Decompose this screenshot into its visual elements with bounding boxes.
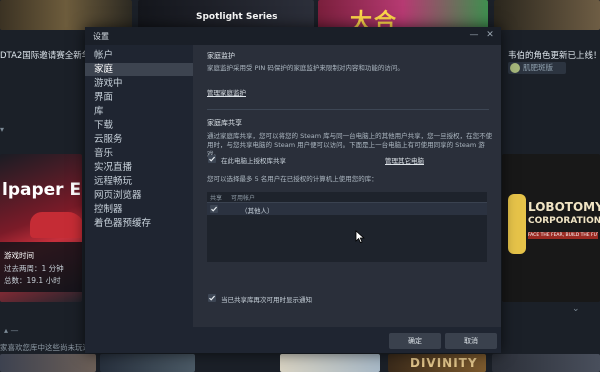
lobotomy-figure-image: [508, 194, 526, 254]
play-time-recent: 过去两周：1 分钟: [4, 264, 64, 273]
news-source-badge: 肌肥斑版: [508, 62, 566, 74]
authorize-sharing-label: 在此电脑上授权库共享: [221, 157, 286, 165]
news-title-right[interactable]: 韦伯的角色更新已上线！: [508, 49, 600, 61]
collapse-caret-icon-2[interactable]: ▴ —: [4, 326, 19, 335]
authorize-sharing-checkbox[interactable]: [208, 155, 216, 163]
manage-other-computers-link[interactable]: 管理其它电脑: [385, 155, 424, 165]
game-tile-bottom-1[interactable]: [0, 354, 96, 372]
news-title-left[interactable]: DTA2国际邀请赛全新华: [0, 49, 90, 61]
sidebar-item-remote-play[interactable]: 远程畅玩: [85, 175, 193, 188]
dialog-titlebar[interactable]: 设置 — ✕: [85, 27, 501, 45]
sidebar-item-controller[interactable]: 控制器: [85, 203, 193, 216]
sidebar-item-in-game[interactable]: 游戏中: [85, 77, 193, 90]
game-tile-bottom-5[interactable]: [492, 354, 600, 372]
family-monitor-description: 家庭监护采用受 PIN 码保护的家庭监护来限制对内容和功能的访问。: [207, 64, 404, 72]
checkmark-icon: [209, 156, 216, 162]
family-monitor-heading: 家庭监护: [207, 52, 235, 60]
notify-label: 当已共享库再次可用时显示通知: [221, 296, 312, 304]
lobotomy-tagline: FACE THE FEAR, BUILD THE FUTURE: [528, 232, 598, 239]
sidebar-item-shader-cache[interactable]: 着色器预缓存: [85, 217, 193, 230]
dialog-title: 设置: [93, 32, 109, 41]
sidebar-item-cloud[interactable]: 云服务: [85, 133, 193, 146]
sidebar-item-broadcasting[interactable]: 实况直播: [85, 161, 193, 174]
shared-accounts-list: 共享 可用帐户 （其他人）: [207, 192, 487, 262]
wallpaper-engine-title: lpaper Eng: [2, 180, 82, 200]
sidebar-item-interface[interactable]: 界面: [85, 91, 193, 104]
checkmark-icon: [211, 206, 218, 212]
manage-family-monitor-link[interactable]: 管理家庭监护: [207, 87, 246, 97]
settings-dialog: 设置 — ✕ 帐户 家庭 游戏中 界面 库 下载 云服务 音乐 实况直播 远程畅…: [85, 27, 501, 353]
close-button[interactable]: ✕: [483, 28, 497, 43]
notify-checkbox[interactable]: [208, 294, 216, 302]
ok-button[interactable]: 确定: [389, 333, 441, 349]
accounts-list-header: 共享 可用帐户: [207, 192, 487, 203]
play-time-label: 游戏时间: [4, 251, 34, 260]
sidebar-item-downloads[interactable]: 下载: [85, 119, 193, 132]
car-image: [30, 212, 82, 238]
settings-content: 家庭监护 家庭监护采用受 PIN 码保护的家庭监护来限制对内容和功能的访问。 管…: [193, 45, 501, 353]
account-name: （其他人）: [241, 207, 274, 215]
source-avatar-icon: [510, 63, 520, 73]
featured-art-tile[interactable]: [318, 0, 488, 30]
lobotomy-title-2: CORPORATION: [528, 216, 600, 226]
sidebar-item-family[interactable]: 家庭: [85, 63, 193, 76]
sidebar-item-account[interactable]: 帐户: [85, 49, 193, 62]
share-account-checkbox[interactable]: [210, 205, 218, 213]
dialog-footer: 确定 取消: [193, 327, 501, 353]
sidebar-item-library[interactable]: 库: [85, 105, 193, 118]
game-tile-dota2[interactable]: [0, 0, 132, 30]
game-tile-bottom-3[interactable]: [280, 354, 380, 372]
spotlight-banner: Spotlight Series: [196, 12, 278, 22]
sidebar-item-music[interactable]: 音乐: [85, 147, 193, 160]
settings-sidebar: 帐户 家庭 游戏中 界面 库 下载 云服务 音乐 实况直播 远程畅玩 网页浏览器…: [85, 45, 193, 353]
cancel-button[interactable]: 取消: [445, 333, 497, 349]
game-tile-dont-starve[interactable]: [494, 0, 600, 30]
chevron-down-icon[interactable]: ⌄: [572, 304, 580, 314]
divinity-title: DIVINITY: [410, 356, 478, 370]
game-tile-divinity[interactable]: DIVINITY: [388, 354, 486, 372]
lobotomy-title-1: LOBOTOMY: [528, 200, 600, 214]
collapse-caret-icon[interactable]: ▾: [0, 125, 4, 134]
mouse-cursor-icon: [355, 230, 365, 244]
section-divider: [207, 109, 489, 110]
game-tile-bottom-2[interactable]: [100, 354, 195, 372]
column-share: 共享: [210, 195, 223, 202]
game-tile-lobotomy[interactable]: LOBOTOMY CORPORATION FACE THE FEAR, BUIL…: [502, 154, 600, 302]
play-time-total: 总数：19.1 小时: [4, 276, 61, 285]
account-limit-text: 您可以选择最多 5 名用户在已授权的计算机上使用您的库：: [207, 175, 378, 183]
recommendation-text: 家喜欢您库中这些尚未玩过的: [0, 343, 98, 352]
column-account: 可用帐户: [231, 195, 256, 202]
sidebar-item-web-browser[interactable]: 网页浏览器: [85, 189, 193, 202]
minimize-button[interactable]: —: [467, 28, 481, 43]
account-row[interactable]: （其他人）: [207, 203, 487, 215]
play-time-panel: 游戏时间 过去两周：1 分钟 总数：19.1 小时: [0, 242, 82, 292]
library-sharing-heading: 家庭库共享: [207, 119, 242, 127]
checkmark-icon: [209, 295, 216, 301]
